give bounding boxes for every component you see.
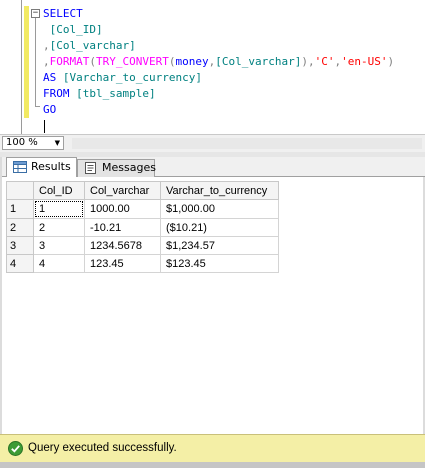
row-number[interactable]: 4	[6, 254, 34, 273]
success-check-icon	[8, 441, 23, 456]
messages-icon	[85, 162, 96, 174]
grid-cell[interactable]: 123.45	[84, 254, 161, 273]
row-number[interactable]: 3	[6, 236, 34, 255]
code-token: [Col_varchar]	[215, 55, 302, 68]
gutter-divider	[21, 0, 22, 134]
code-token: 'en-US'	[341, 55, 388, 68]
query-editor[interactable]: − SELECT [Col_ID] ,[Col_varchar] ,FORMAT(T…	[0, 0, 425, 134]
cell-value: 1	[35, 201, 83, 217]
code-token: ,	[43, 55, 50, 68]
code-token: ),	[301, 55, 315, 68]
table-row[interactable]: 3 3 1234.5678 $1,234.57	[6, 236, 279, 255]
grid-cell[interactable]: 1234.5678	[84, 236, 161, 255]
grid-cell[interactable]: ($10.21)	[160, 218, 279, 237]
grid-cell[interactable]: $123.45	[160, 254, 279, 273]
grid-cell[interactable]: -10.21	[84, 218, 161, 237]
grid-cell[interactable]: 1000.00	[84, 199, 161, 219]
code-token: SELECT	[43, 7, 83, 20]
code-token: [Col_varchar]	[49, 39, 136, 52]
table-row[interactable]: 4 4 123.45 $123.45	[6, 254, 279, 273]
horizontal-scrollbar[interactable]	[72, 138, 422, 149]
row-number[interactable]: 1	[6, 199, 34, 219]
code-line[interactable]: ,FORMAT(TRY_CONVERT(money,[Col_varchar])…	[43, 54, 394, 70]
code-token: [tbl_sample]	[76, 87, 156, 100]
query-status-bar: Query executed successfully.	[0, 434, 425, 462]
row-number[interactable]: 2	[6, 218, 34, 237]
code-token: )	[387, 55, 395, 68]
column-header-col-id[interactable]: Col_ID	[33, 181, 85, 200]
tab-results-label: Results	[31, 160, 71, 173]
collapse-outline-icon[interactable]: −	[31, 9, 40, 18]
code-token: ,	[43, 39, 50, 52]
tab-messages[interactable]: Messages	[77, 159, 156, 177]
grid-cell[interactable]: $1,000.00	[160, 199, 279, 219]
zoom-select[interactable]: 100 % ▼	[2, 136, 64, 150]
code-line[interactable]: [Col_ID]	[43, 22, 394, 38]
sql-code[interactable]: SELECT [Col_ID] ,[Col_varchar] ,FORMAT(TRY…	[43, 6, 394, 118]
code-token: AS	[43, 71, 63, 84]
table-row[interactable]: 1 1 1000.00 $1,000.00	[6, 199, 279, 219]
grid-cell-selected[interactable]: 1	[33, 199, 85, 219]
grid-cell[interactable]: $1,234.57	[160, 236, 279, 255]
grid-header-row: Col_ID Col_varchar Varchar_to_currency	[6, 181, 279, 200]
code-token: (	[89, 55, 96, 68]
column-header-col-varchar[interactable]: Col_varchar	[84, 181, 161, 200]
grid-icon	[13, 161, 27, 173]
status-message: Query executed successfully.	[28, 442, 177, 454]
column-header-varchar-to-currency[interactable]: Varchar_to_currency	[160, 181, 279, 200]
code-line[interactable]: GO	[43, 102, 394, 118]
code-line[interactable]: SELECT	[43, 6, 394, 22]
change-tracking-bar	[24, 6, 29, 118]
text-caret	[44, 120, 45, 133]
results-grid[interactable]: Col_ID Col_varchar Varchar_to_currency 1…	[6, 181, 279, 273]
tab-messages-label: Messages	[102, 161, 156, 174]
pane-left-border	[0, 157, 2, 434]
code-line[interactable]: AS [Varchar_to_currency]	[43, 70, 394, 86]
code-line[interactable]: ,[Col_varchar]	[43, 38, 394, 54]
code-token: FROM	[43, 87, 77, 100]
code-line[interactable]: FROM [tbl_sample]	[43, 86, 394, 102]
code-token: FORMAT	[49, 55, 90, 68]
code-token: [Varchar_to_currency]	[62, 71, 202, 84]
results-tab-strip: Results Messages	[0, 157, 425, 178]
window-bottom-edge	[0, 462, 425, 468]
editor-status-strip: 100 % ▼	[0, 134, 425, 152]
results-pane: Col_ID Col_varchar Varchar_to_currency 1…	[0, 177, 425, 434]
code-token: money	[175, 55, 209, 68]
chevron-down-icon[interactable]: ▼	[55, 137, 60, 149]
grid-corner[interactable]	[6, 181, 34, 200]
code-token: [Col_ID]	[43, 23, 103, 36]
grid-cell[interactable]: 4	[33, 254, 85, 273]
code-token: 'C'	[314, 55, 335, 68]
code-token: TRY_CONVERT	[96, 55, 169, 68]
grid-cell[interactable]: 3	[33, 236, 85, 255]
table-row[interactable]: 2 2 -10.21 ($10.21)	[6, 218, 279, 237]
code-token: GO	[43, 103, 57, 116]
zoom-value: 100 %	[6, 137, 38, 148]
outline-line	[35, 18, 36, 106]
grid-cell[interactable]: 2	[33, 218, 85, 237]
tab-results[interactable]: Results	[6, 157, 77, 178]
outline-line-end	[35, 106, 40, 107]
